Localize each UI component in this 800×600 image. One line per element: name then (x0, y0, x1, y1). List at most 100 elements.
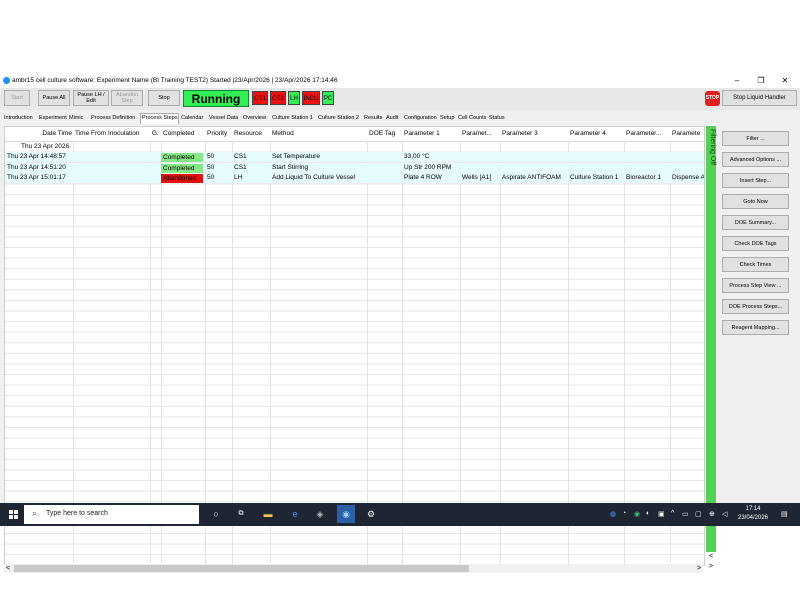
pause-lh-edit-button[interactable]: Pause LH / Edit (73, 90, 109, 106)
clock-date: 23/04/2026 (737, 515, 769, 521)
table-row[interactable]: Thu 23 Apr 14:48:57 Completed 50 CS1 Set Tem… (5, 152, 704, 162)
edge-icon[interactable]: e (289, 508, 301, 520)
tab-configuration[interactable]: Configuration (403, 114, 438, 123)
scroll-right-button[interactable]: > (695, 564, 703, 573)
taskbar-clock[interactable]: 17:14 23/04/2026 (735, 505, 771, 523)
abandon-step-button[interactable]: Abandon Step (111, 90, 143, 106)
tab-experiment[interactable]: Experiment (38, 114, 68, 123)
stop-sign-icon[interactable]: STOP (705, 91, 720, 106)
volume-icon[interactable]: ◁ (722, 510, 727, 518)
side-button-advanced-options[interactable]: Advanced Options ... (722, 152, 789, 167)
cell-doe (367, 152, 402, 162)
tray-icon-2[interactable]: ◔ (622, 510, 626, 517)
group-header-row[interactable]: Thu 23 Apr 2026 (5, 142, 704, 152)
stop-button[interactable]: Stop (148, 90, 180, 106)
scroll-down-button[interactable]: > (706, 562, 716, 572)
cortana-icon[interactable]: ○ (210, 508, 222, 520)
battery-icon[interactable]: ▭ (682, 510, 689, 518)
file-explorer-icon[interactable]: ▬ (262, 508, 274, 520)
tab-calendar[interactable]: Calendar (180, 114, 204, 123)
start-button[interactable]: Start (4, 90, 30, 106)
column-header-method[interactable]: Method (270, 127, 366, 141)
side-button-doe-summary[interactable]: DOE Summary... (722, 215, 789, 230)
scroll-up-button[interactable]: < (706, 552, 716, 562)
cell-p4: Culture Station 1 (570, 174, 619, 182)
horizontal-scrollbar[interactable]: < > (4, 564, 703, 573)
tab-culture-station-2[interactable]: Culture Station 2 (317, 114, 360, 123)
cell-tfi (73, 152, 150, 162)
tray-icon-5[interactable]: ▣ (658, 510, 665, 518)
side-button-doe-process-steps[interactable]: DOE Process Steps... (722, 299, 789, 314)
tab-mimic[interactable]: Mimic (68, 114, 84, 123)
column-divider (402, 127, 403, 565)
column-header-parameter[interactable]: Parameter... (624, 127, 669, 141)
tab-process-steps[interactable]: Process Steps (140, 113, 180, 124)
tab-results[interactable]: Results (363, 114, 383, 123)
tray-icon-4[interactable]: ◐ (646, 510, 650, 517)
close-button[interactable]: ✕ (774, 75, 796, 87)
app-icon (3, 77, 10, 84)
column-header-priority[interactable]: Priority (205, 127, 231, 141)
table-row[interactable]: Thu 23 Apr 15:01:17 Abandoned 50 LH Add Liqu… (5, 173, 704, 184)
cell-tfi (73, 173, 150, 183)
column-header-doe-tag[interactable]: DOE Tag (367, 127, 401, 141)
tab-overview[interactable]: Overview (242, 114, 267, 123)
column-header-time-from-inoculation[interactable]: Time From Inoculation (73, 127, 149, 141)
minimize-button[interactable]: – (726, 75, 748, 87)
tab-process-definition[interactable]: Process Definition (90, 114, 136, 123)
windows-start-icon[interactable] (9, 510, 18, 519)
pause-all-button[interactable]: Pause All (38, 90, 70, 106)
tab-audit[interactable]: Audit (385, 114, 400, 123)
side-button-process-step-view[interactable]: Process Step View ... (722, 278, 789, 293)
side-button-panel: Filter ... Advanced Options ... Insert Ste… (721, 126, 797, 341)
taskbar-search-box[interactable]: ⌕ Type here to search (24, 505, 199, 524)
tray-icon-1[interactable]: ◍ (610, 510, 616, 518)
process-steps-grid[interactable]: Date Time Time From Inoculation G. Complete… (4, 126, 705, 566)
cell-resource: CS1 (234, 163, 247, 171)
column-header-resource[interactable]: Resource (232, 127, 269, 141)
settings-icon[interactable]: ⚙ (365, 508, 377, 520)
column-header-parameter-3[interactable]: Parameter 3 (500, 127, 567, 141)
column-header-date-time[interactable]: Date Time (5, 127, 72, 141)
column-divider (150, 127, 151, 565)
column-header-completed[interactable]: Completed (161, 127, 204, 141)
cell-method: Add Liquid To Culture Vessel (272, 174, 355, 182)
tab-status[interactable]: Status (488, 114, 506, 123)
cell-priority: 50 (207, 153, 215, 160)
ambr-app-icon[interactable]: ◉ (337, 505, 355, 523)
side-button-filter[interactable]: Filter ... (722, 131, 789, 146)
table-row[interactable]: Thu 23 Apr 14:51:20 Completed 50 CS1 Start S… (5, 162, 704, 173)
column-header-parameter-4[interactable]: Parameter 4 (568, 127, 623, 141)
column-header-parameter-1[interactable]: Parameter 1 (402, 127, 459, 141)
network-icon[interactable]: ▢ (695, 510, 702, 518)
tray-icon-3[interactable]: ◉ (634, 510, 640, 518)
stop-liquid-handler-button[interactable]: Stop Liquid Handler (722, 90, 797, 106)
tab-vessel-data[interactable]: Vessel Data (208, 114, 239, 123)
column-divider (670, 127, 671, 565)
side-button-goto-now[interactable]: Goto Now (722, 194, 789, 209)
cell-p2: Wells [A1] (462, 174, 492, 182)
column-header-g[interactable]: G. (150, 127, 160, 141)
scroll-thumb[interactable] (14, 565, 469, 572)
cell-g (150, 152, 161, 162)
maximize-button[interactable]: ❐ (750, 75, 772, 87)
side-button-reagent-mapping[interactable]: Reagent Mapping... (722, 320, 789, 335)
language-icon[interactable]: ⊕ (709, 510, 715, 518)
tab-setup[interactable]: Setup (439, 114, 455, 123)
side-button-insert-step[interactable]: Insert Step... (722, 173, 789, 188)
tab-culture-station-1[interactable]: Culture Station 1 (271, 114, 314, 123)
notifications-icon[interactable]: ▤ (781, 510, 788, 518)
task-view-icon[interactable]: ⧉ (235, 508, 247, 520)
vertical-scroll-buttons: < > (706, 552, 716, 574)
side-button-check-doe-tags[interactable]: Check DOE Tags (722, 236, 789, 251)
column-divider (367, 127, 368, 565)
app-icon-taskbar[interactable]: ◈ (314, 508, 326, 520)
tab-cell-counts[interactable]: Cell Counts (457, 114, 487, 123)
filtering-status-strip[interactable]: Filtering Off (706, 126, 716, 552)
show-hidden-icons-icon[interactable]: ^ (671, 510, 674, 517)
scroll-left-button[interactable]: < (4, 564, 12, 573)
column-header-paramet[interactable]: Paramet... (460, 127, 499, 141)
tab-introduction[interactable]: Introduction (3, 114, 34, 123)
column-header-paramete[interactable]: Paramete (670, 127, 703, 141)
side-button-check-times[interactable]: Check Times (722, 257, 789, 272)
